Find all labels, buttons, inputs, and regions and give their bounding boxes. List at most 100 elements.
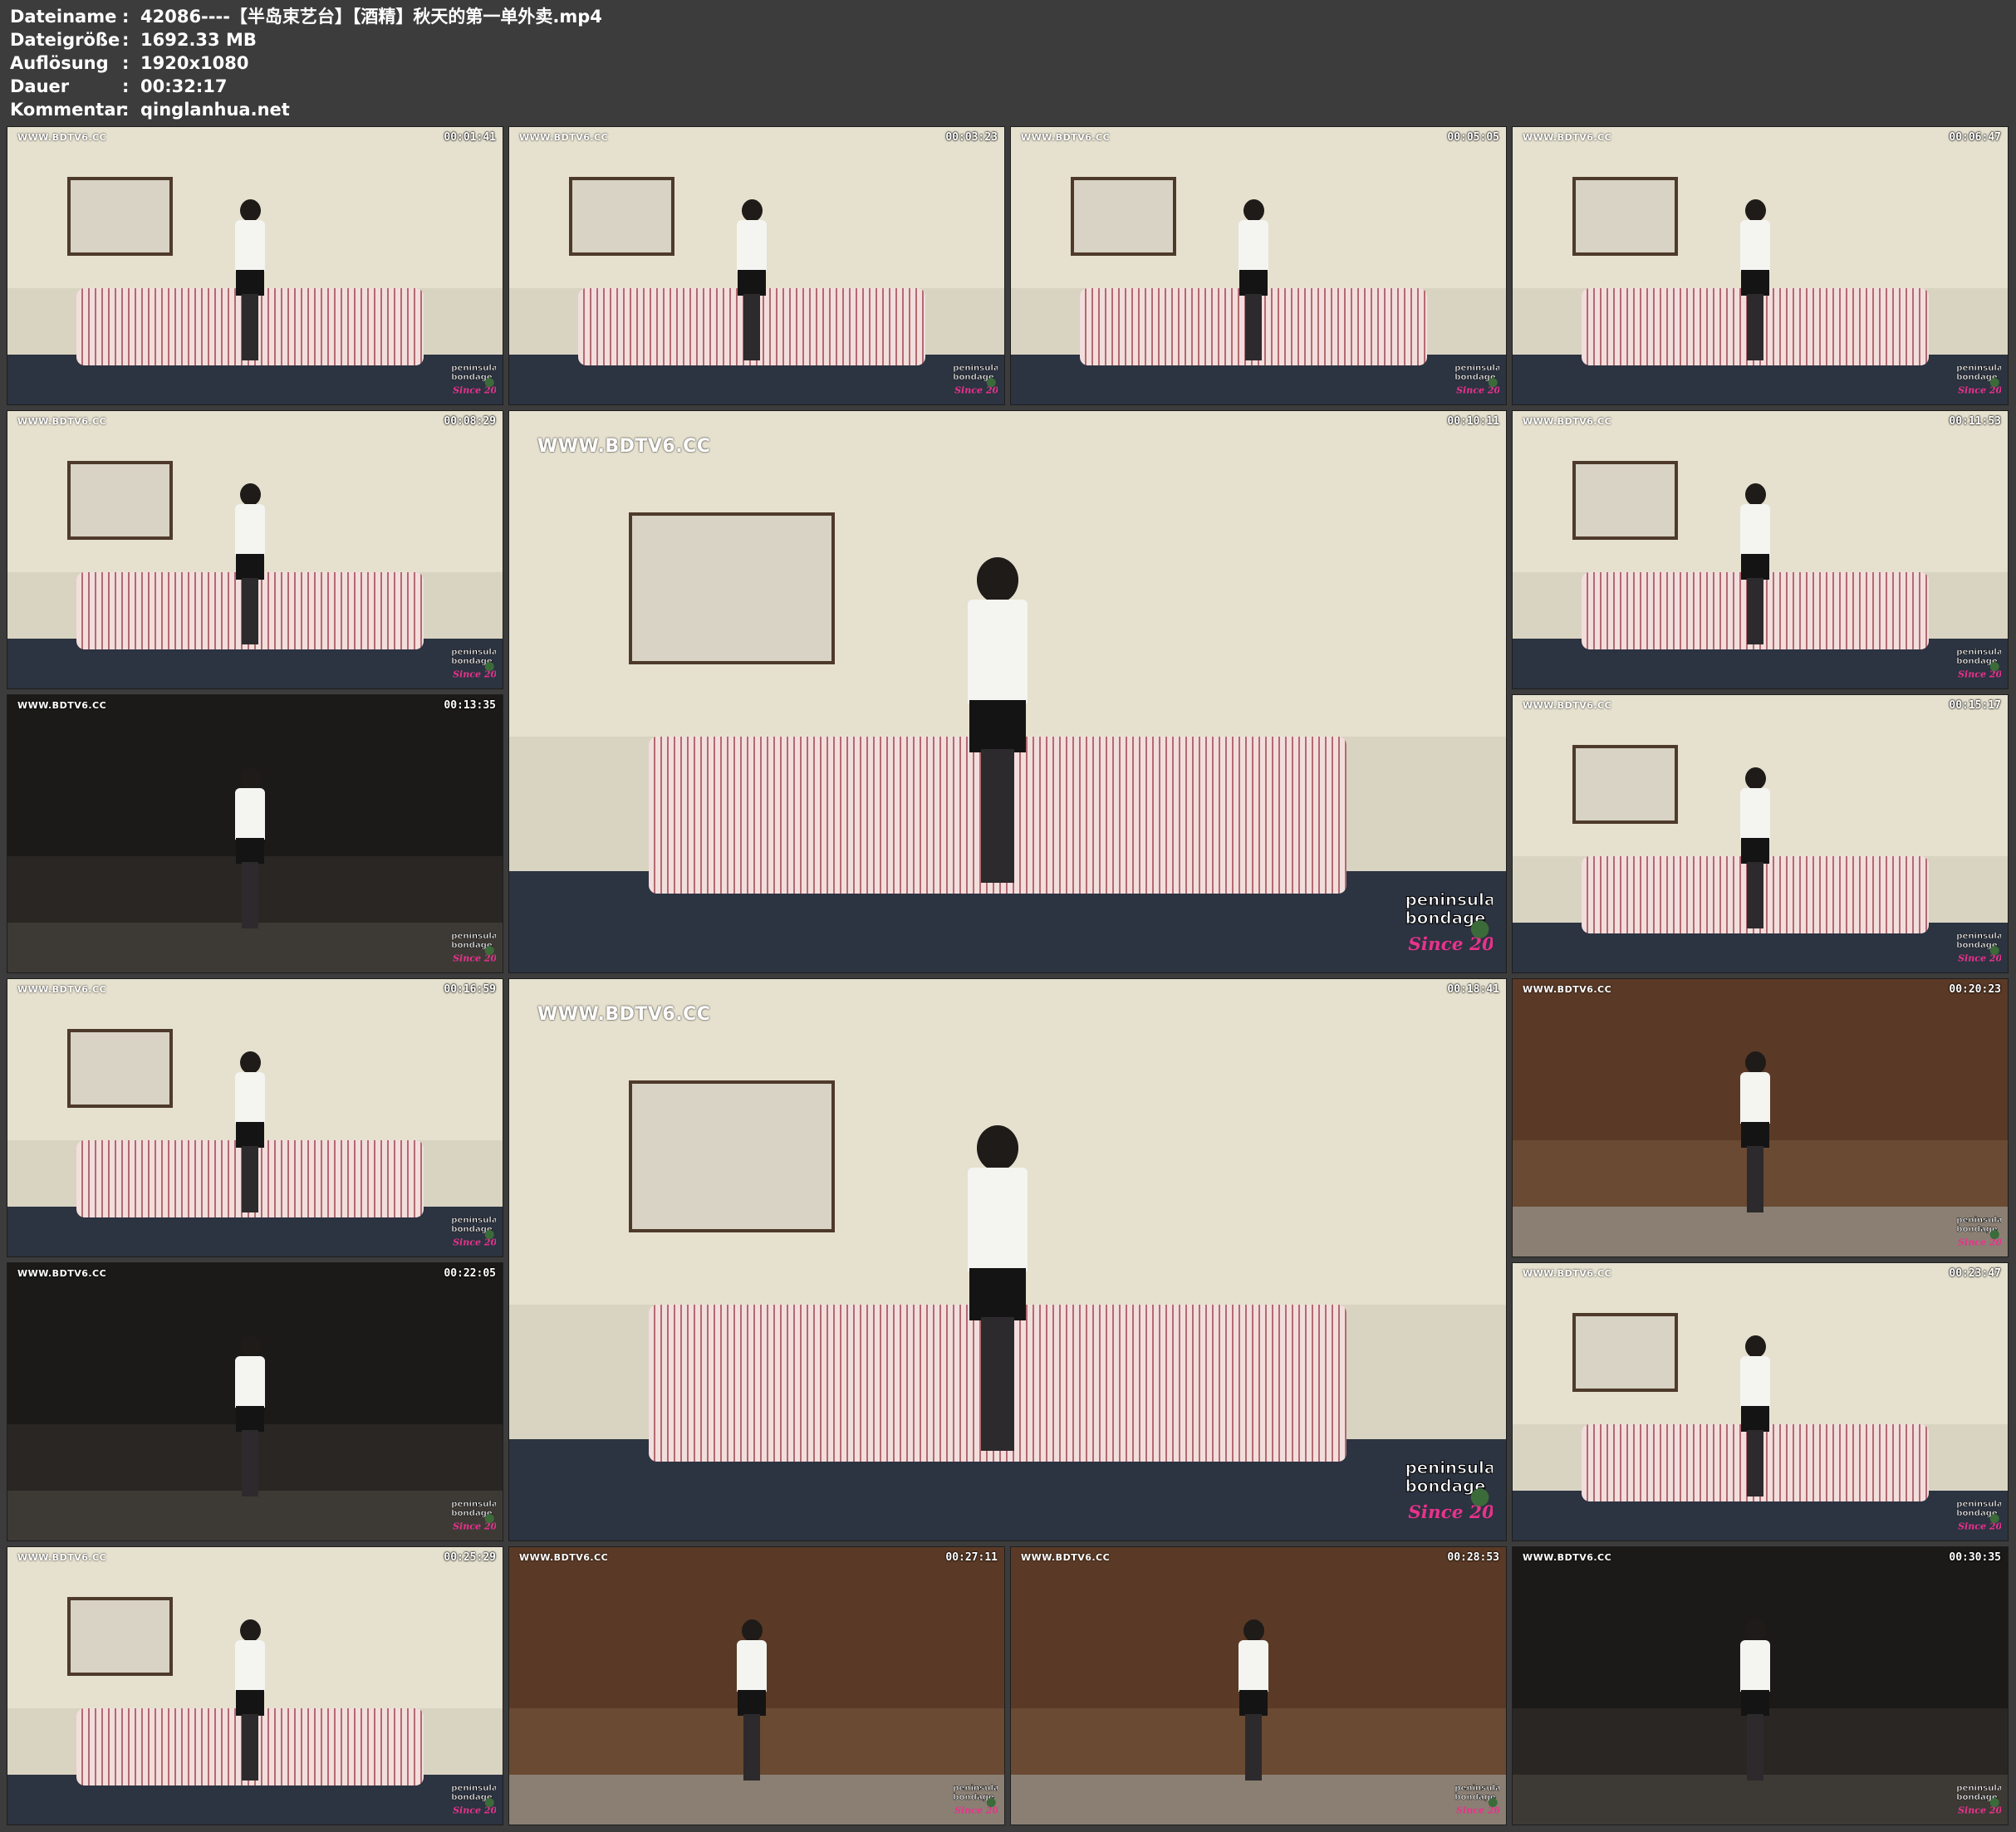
watermark-text: WWW.BDTV6.CC: [17, 700, 107, 711]
video-thumbnail[interactable]: WWW.BDTV6.CC 00:01:41 peninsula bondage Sinc…: [7, 126, 503, 405]
video-thumbnail[interactable]: WWW.BDTV6.CC 00:30:35 peninsula bondage Sinc…: [1512, 1546, 2009, 1825]
scene-floor: [7, 1490, 503, 1541]
thumbnail-timestamp: 00:10:11: [1447, 415, 1499, 428]
peninsula-bondage-logo-icon: peninsulabondageSince 2018: [449, 1496, 503, 1534]
scene-figure: [235, 1051, 265, 1212]
video-thumbnail[interactable]: WWW.BDTV6.CC 00:15:17 peninsula bondage Sinc…: [1512, 694, 2009, 973]
svg-text:peninsula: peninsula: [1405, 890, 1493, 909]
video-thumbnail[interactable]: WWW.BDTV6.CC 00:23:47 peninsula bondage Sinc…: [1512, 1262, 2009, 1541]
watermark-text: WWW.BDTV6.CC: [1021, 132, 1111, 143]
scene-picture-frame: [1572, 177, 1678, 256]
watermark-text: WWW.BDTV6.CC: [1523, 132, 1612, 143]
scene-floor: [509, 1774, 1004, 1825]
peninsula-bondage-logo-icon: peninsulabondageSince 2018: [449, 928, 503, 966]
peninsula-bondage-logo-icon: peninsulabondageSince 2018: [1453, 1780, 1506, 1818]
peninsula-bondage-logo-icon: peninsulabondageSince 2018: [1955, 1496, 2008, 1534]
svg-text:peninsula: peninsula: [1956, 364, 2001, 373]
video-thumbnail[interactable]: WWW.BDTV6.CC 00:11:53 peninsula bondage Sinc…: [1512, 410, 2009, 689]
svg-text:peninsula: peninsula: [451, 1500, 496, 1509]
thumbnail-timestamp: 00:18:41: [1447, 983, 1499, 996]
scene-floor: [1513, 1206, 2008, 1256]
peninsula-bondage-logo-icon: peninsulabondageSince 2018: [1453, 360, 1506, 398]
video-thumbnail[interactable]: WWW.BDTV6.CC 00:28:53 peninsula bondage Sinc…: [1010, 1546, 1507, 1825]
thumbnail-timestamp: 00:11:53: [1949, 415, 2001, 428]
video-thumbnail[interactable]: WWW.BDTV6.CC 00:06:47 peninsula bondage Sinc…: [1512, 126, 2009, 405]
scene-picture-frame: [629, 512, 835, 665]
thumbnail-timestamp: 00:22:05: [444, 1267, 496, 1280]
thumbnail-timestamp: 00:15:17: [1949, 699, 2001, 712]
scene-figure: [737, 198, 767, 360]
scene-figure: [235, 1619, 265, 1781]
video-thumbnail[interactable]: WWW.BDTV6.CC 00:20:23 peninsula bondage Sinc…: [1512, 978, 2009, 1257]
scene-picture-frame: [66, 1029, 173, 1108]
thumbnail-timestamp: 00:05:05: [1447, 131, 1499, 144]
scene-figure: [1740, 1051, 1770, 1212]
svg-text:peninsula: peninsula: [1956, 1216, 2001, 1225]
watermark-text: WWW.BDTV6.CC: [17, 1552, 107, 1563]
scene-picture-frame: [629, 1080, 835, 1233]
video-thumbnail[interactable]: WWW.BDTV6.CC 00:08:29 peninsula bondage Sinc…: [7, 410, 503, 689]
svg-text:peninsula: peninsula: [1956, 932, 2001, 941]
video-thumbnail[interactable]: WWW.BDTV6.CC 00:13:35 peninsula bondage Sinc…: [7, 694, 503, 973]
scene-figure: [1740, 482, 1770, 644]
svg-text:peninsula: peninsula: [1405, 1458, 1493, 1477]
scene-figure: [235, 482, 265, 644]
video-thumbnail[interactable]: WWW.BDTV6.CC 00:10:11 peninsula bondage Sinc…: [508, 410, 1507, 973]
thumbnail-timestamp: 00:20:23: [1949, 983, 2001, 996]
scene-figure: [737, 1619, 767, 1781]
watermark-text: WWW.BDTV6.CC: [1523, 984, 1612, 995]
svg-text:peninsula: peninsula: [451, 648, 496, 657]
peninsula-bondage-logo-icon: peninsulabondageSince 2018: [449, 360, 503, 398]
thumbnail-timestamp: 00:28:53: [1447, 1551, 1499, 1564]
thumbnail-timestamp: 00:16:59: [444, 983, 496, 996]
svg-text:peninsula: peninsula: [451, 364, 496, 373]
watermark-text: WWW.BDTV6.CC: [1021, 1552, 1111, 1563]
thumbnail-grid: WWW.BDTV6.CC 00:01:41 peninsula bondage Sinc…: [0, 0, 2016, 1832]
scene-floor: [7, 922, 503, 972]
video-thumbnail[interactable]: WWW.BDTV6.CC 00:03:23 peninsula bondage Sinc…: [508, 126, 1005, 405]
video-thumbnail[interactable]: WWW.BDTV6.CC 00:25:29 peninsula bondage Sinc…: [7, 1546, 503, 1825]
svg-text:peninsula: peninsula: [953, 364, 998, 373]
scene-picture-frame: [1572, 745, 1678, 824]
scene-picture-frame: [1070, 177, 1176, 256]
svg-text:peninsula: peninsula: [451, 1784, 496, 1793]
svg-text:peninsula: peninsula: [1956, 1500, 2001, 1509]
video-thumbnail[interactable]: WWW.BDTV6.CC 00:27:11 peninsula bondage Sinc…: [508, 1546, 1005, 1825]
thumbnail-timestamp: 00:08:29: [444, 415, 496, 428]
svg-text:peninsula: peninsula: [451, 1216, 496, 1225]
scene-figure: [1740, 198, 1770, 360]
thumbnail-timestamp: 00:03:23: [945, 131, 998, 144]
video-thumbnail[interactable]: WWW.BDTV6.CC 00:22:05 peninsula bondage Sinc…: [7, 1262, 503, 1541]
peninsula-bondage-logo-icon: peninsulabondageSince 2018: [1955, 1780, 2008, 1818]
watermark-text: WWW.BDTV6.CC: [1523, 1268, 1612, 1279]
peninsula-bondage-logo-icon: peninsulabondageSince 2018: [1955, 928, 2008, 966]
watermark-text: WWW.BDTV6.CC: [519, 132, 609, 143]
watermark-text: WWW.BDTV6.CC: [17, 132, 107, 143]
scene-figure: [1740, 767, 1770, 928]
scene-picture-frame: [568, 177, 674, 256]
video-thumbnail[interactable]: WWW.BDTV6.CC 00:05:05 peninsula bondage Sinc…: [1010, 126, 1507, 405]
peninsula-bondage-logo-icon: peninsulabondageSince 2018: [1955, 644, 2008, 682]
scene-figure: [1740, 1335, 1770, 1496]
peninsula-bondage-logo-icon: peninsulabondageSince 2018: [449, 644, 503, 682]
watermark-text: WWW.BDTV6.CC: [17, 984, 107, 995]
video-thumbnail[interactable]: WWW.BDTV6.CC 00:18:41 peninsula bondage Sinc…: [508, 978, 1507, 1541]
scene-floor: [1011, 1774, 1506, 1825]
thumbnail-timestamp: 00:27:11: [945, 1551, 998, 1564]
scene-figure: [1740, 1619, 1770, 1781]
scene-figure: [235, 198, 265, 360]
peninsula-bondage-logo-icon: peninsulabondageSince 2018: [1401, 1452, 1506, 1527]
scene-picture-frame: [66, 177, 173, 256]
watermark-text: WWW.BDTV6.CC: [537, 1004, 711, 1025]
watermark-text: WWW.BDTV6.CC: [1523, 416, 1612, 427]
thumbnail-timestamp: 00:13:35: [444, 699, 496, 712]
watermark-text: WWW.BDTV6.CC: [17, 1268, 107, 1279]
video-thumbnail[interactable]: WWW.BDTV6.CC 00:16:59 peninsula bondage Sinc…: [7, 978, 503, 1257]
watermark-text: WWW.BDTV6.CC: [1523, 700, 1612, 711]
scene-figure: [235, 1335, 265, 1496]
thumbnail-timestamp: 00:25:29: [444, 1551, 496, 1564]
scene-picture-frame: [1572, 461, 1678, 540]
scene-picture-frame: [66, 461, 173, 540]
watermark-text: WWW.BDTV6.CC: [519, 1552, 609, 1563]
scene-figure: [1239, 198, 1268, 360]
